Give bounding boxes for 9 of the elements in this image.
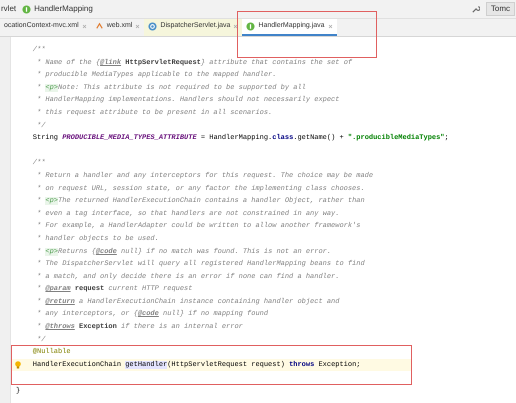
interface-file-icon	[22, 4, 32, 14]
breadcrumb-item[interactable]: rvlet	[1, 3, 16, 15]
interface-file-icon	[246, 22, 256, 31]
breadcrumb-item[interactable]: HandlerMapping	[34, 3, 93, 15]
wrench-icon[interactable]	[470, 4, 480, 14]
run-config-button[interactable]: Tomc	[486, 2, 515, 16]
xml-file-icon	[94, 22, 104, 31]
class-file-icon	[148, 22, 158, 31]
lightbulb-icon[interactable]	[15, 360, 21, 369]
